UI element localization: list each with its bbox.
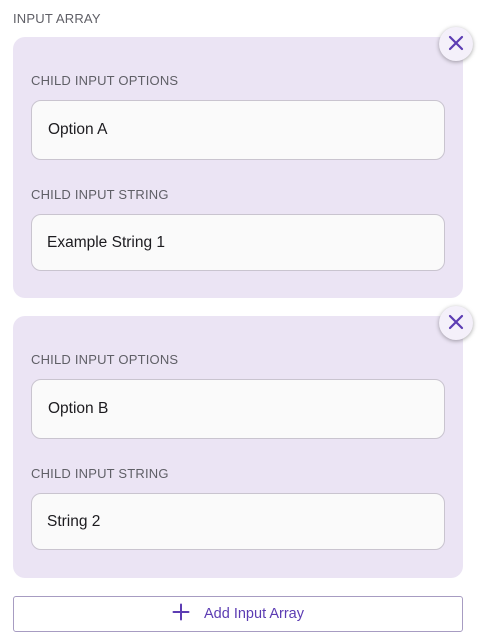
array-item-card: CHILD INPUT OPTIONS Option B CHILD INPUT… bbox=[13, 306, 473, 578]
add-input-array-label: Add Input Array bbox=[204, 606, 304, 622]
child-input-string-label: CHILD INPUT STRING bbox=[31, 466, 169, 481]
remove-item-button[interactable] bbox=[439, 27, 473, 61]
child-input-options-label: CHILD INPUT OPTIONS bbox=[31, 73, 179, 88]
section-label: INPUT ARRAY bbox=[13, 11, 101, 26]
plus-icon bbox=[172, 603, 190, 625]
child-input-string-field[interactable]: String 2 bbox=[31, 493, 445, 550]
array-item-card: CHILD INPUT OPTIONS Option A CHILD INPUT… bbox=[13, 27, 473, 298]
child-input-string-label: CHILD INPUT STRING bbox=[31, 187, 169, 202]
child-input-string-field[interactable]: Example String 1 bbox=[31, 214, 445, 271]
add-input-array-button[interactable]: Add Input Array bbox=[13, 596, 463, 632]
close-icon bbox=[447, 34, 465, 55]
child-input-options-field[interactable]: Option B bbox=[31, 379, 445, 439]
child-input-options-label: CHILD INPUT OPTIONS bbox=[31, 352, 179, 367]
child-input-options-field[interactable]: Option A bbox=[31, 100, 445, 160]
remove-item-button[interactable] bbox=[439, 306, 473, 340]
close-icon bbox=[447, 313, 465, 334]
